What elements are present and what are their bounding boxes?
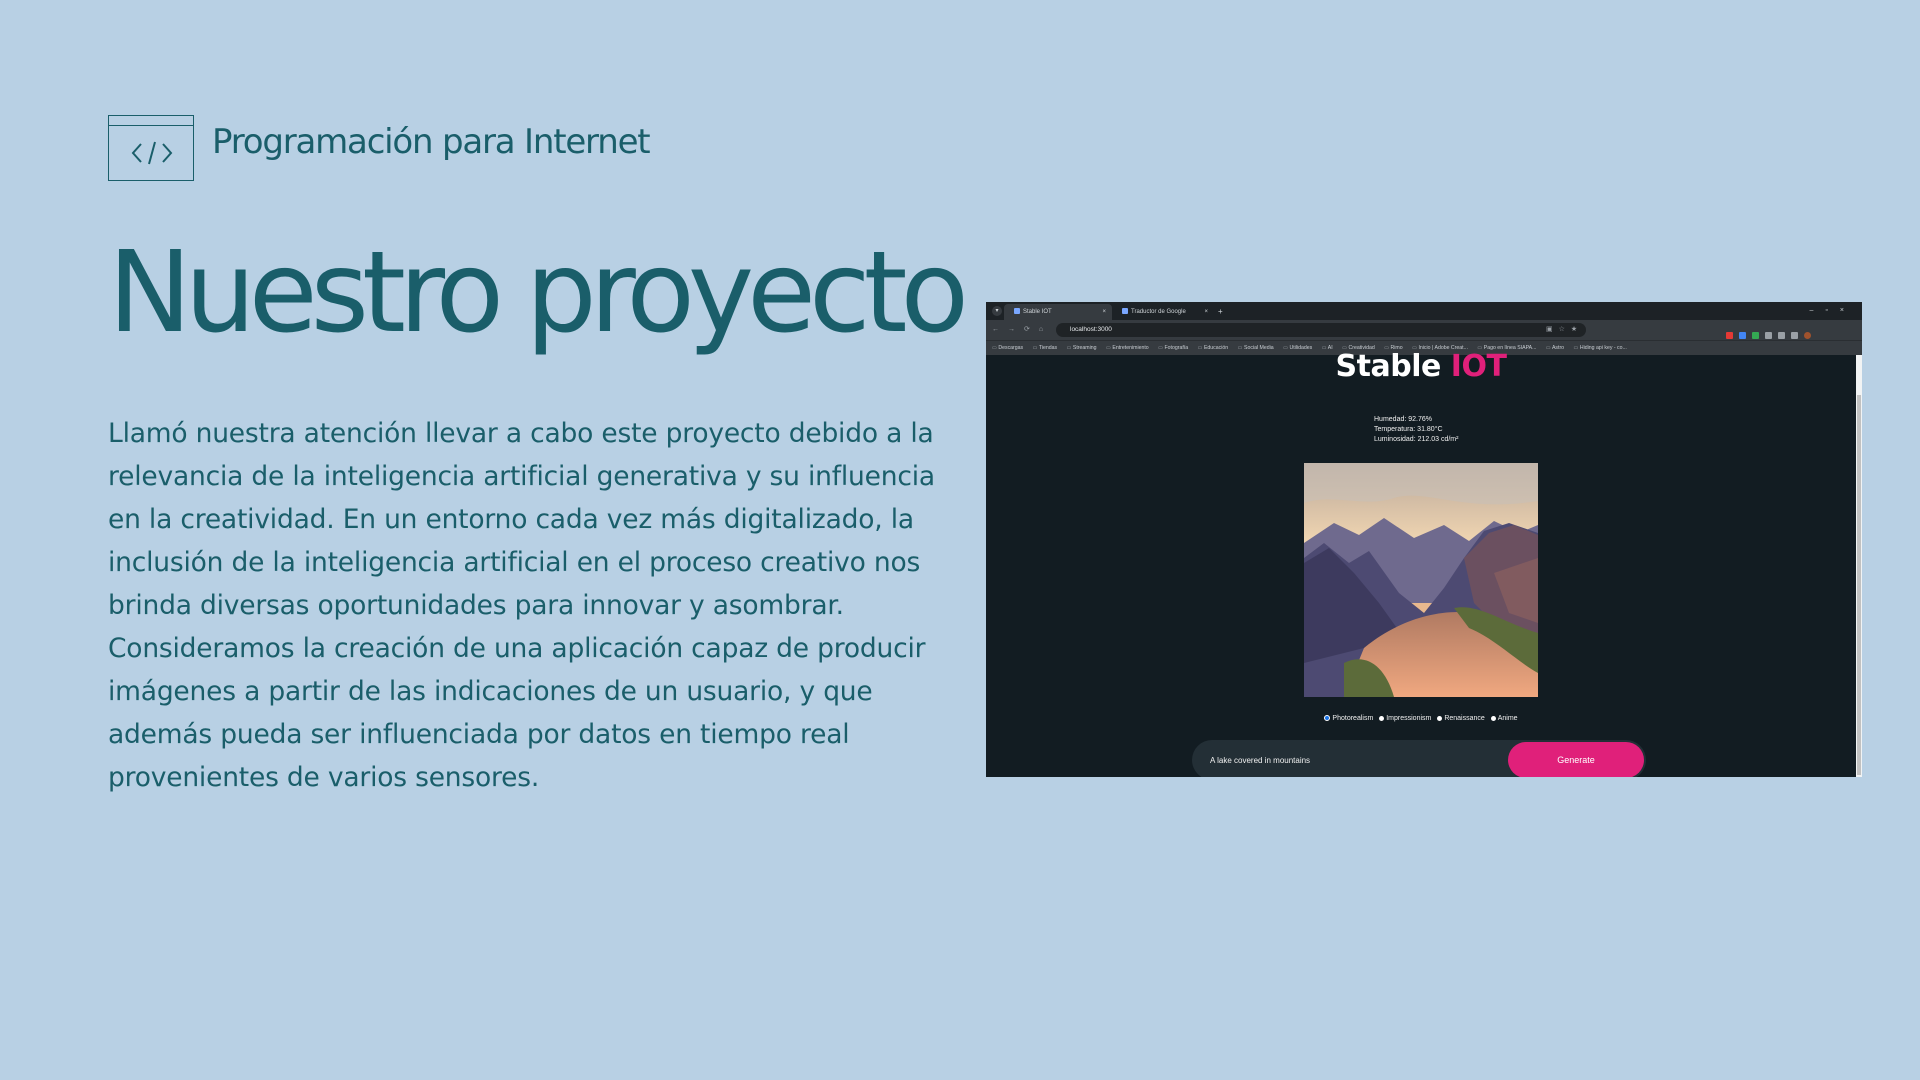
radio-icon[interactable] [1490, 715, 1496, 721]
style-option-impressionism[interactable]: Impressionism [1379, 715, 1431, 722]
scrollbar[interactable] [1856, 355, 1862, 777]
bookmark-star-icon[interactable]: ▣☆★ [1546, 320, 1583, 340]
close-tab-icon[interactable]: × [1204, 304, 1208, 320]
generated-image [1304, 463, 1538, 697]
scrollbar-thumb[interactable] [1857, 395, 1861, 775]
style-radio-group: Photorealism Impressionism Renaissance A… [986, 715, 1856, 722]
prompt-bar: Generate [1192, 740, 1646, 777]
window-controls[interactable]: –▫× [1810, 302, 1856, 320]
luminosity-reading: Luminosidad: 212.03 cd/m² [1374, 436, 1459, 443]
close-tab-icon[interactable]: × [1102, 304, 1106, 320]
body-paragraph: Llamó nuestra atención llevar a cabo est… [108, 418, 935, 793]
style-option-photorealism[interactable]: Photorealism [1324, 715, 1373, 722]
url-text: localhost:3000 [1070, 326, 1112, 333]
style-label: Renaissance [1444, 715, 1485, 722]
translate-icon [1122, 308, 1128, 315]
browser-screenshot: ▾ Stable IOT × Traductor de Google × + –… [986, 302, 1862, 777]
globe-icon [1014, 308, 1020, 315]
radio-icon[interactable] [1324, 715, 1331, 722]
style-label: Impressionism [1386, 715, 1432, 722]
extensions-icons[interactable] [1726, 326, 1817, 344]
temperature-reading: Temperatura: 31.80°C [1374, 426, 1443, 433]
code-icon [108, 115, 194, 181]
radio-icon[interactable] [1437, 715, 1443, 721]
app-title: Stable IOT [986, 349, 1856, 384]
style-option-anime[interactable]: Anime [1490, 715, 1518, 722]
style-label: Anime [1497, 715, 1518, 722]
humidity-reading: Humedad: 92.76% [1374, 416, 1432, 423]
style-label: Photorealism [1332, 715, 1374, 722]
tab-label: Traductor de Google [1131, 309, 1186, 315]
app-title-main: Stable [1335, 349, 1451, 384]
tab-translator[interactable]: Traductor de Google × [1112, 304, 1214, 320]
app-title-accent: IOT [1450, 349, 1507, 384]
tab-search-icon[interactable]: ▾ [992, 306, 1002, 316]
tab-strip: ▾ Stable IOT × Traductor de Google × + –… [986, 302, 1862, 320]
nav-buttons[interactable]: ←→⟳⌂ [992, 320, 1052, 340]
tab-label: Stable IOT [1023, 309, 1052, 315]
generate-button[interactable]: Generate [1508, 742, 1644, 777]
new-tab-button[interactable]: + [1218, 304, 1223, 320]
tab-stable-iot[interactable]: Stable IOT × [1004, 304, 1112, 320]
web-viewport: Stable IOT Humedad: 92.76% Temperatura: … [986, 349, 1856, 777]
toolbar: ←→⟳⌂ localhost:3000 ▣☆★ [986, 320, 1862, 340]
radio-icon[interactable] [1379, 715, 1385, 721]
sensor-readings: Humedad: 92.76% Temperatura: 31.80°C Lum… [1374, 415, 1458, 445]
page-title: Nuestro proyecto [108, 228, 969, 358]
address-bar[interactable]: localhost:3000 [1056, 323, 1586, 337]
course-label: Programación para Internet [212, 122, 651, 162]
prompt-input[interactable] [1210, 752, 1490, 768]
style-option-renaissance[interactable]: Renaissance [1437, 715, 1485, 722]
